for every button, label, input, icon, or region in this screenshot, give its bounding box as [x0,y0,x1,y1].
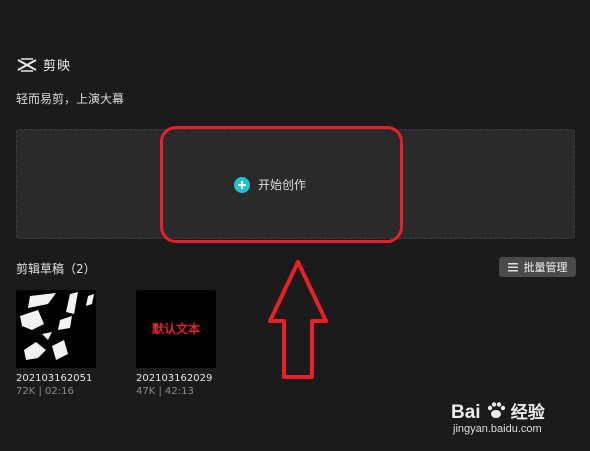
watermark-site: jingyan.baidu.com [453,423,542,435]
baidu-jingyan-watermark: Bai 经验 jingyan.baidu.com [451,398,545,435]
draft-item[interactable]: 默认文本 202103162029 47K | 42:13 [136,290,216,397]
app-logo: 剪映 [17,55,71,74]
list-icon [507,263,518,272]
app-name: 剪映 [43,59,72,74]
red-highlight-annotation [160,126,403,243]
drafts-section-title: 剪辑草稿（2） [16,262,96,276]
thumbnail-image [16,290,96,368]
batch-manage-button[interactable]: 批量管理 [499,257,576,277]
draft-thumbnail[interactable]: 默认文本 [136,290,216,368]
up-arrow-annotation [268,260,328,379]
batch-manage-label: 批量管理 [523,261,568,274]
watermark-brand: Bai [451,402,481,423]
draft-name: 202103162051 [16,373,93,384]
draft-name: 202103162029 [136,373,213,384]
app-tagline: 轻而易剪，上演大幕 [16,92,125,106]
draft-meta: 47K | 42:13 [136,386,194,397]
thumbnail-text: 默认文本 [151,322,200,336]
draft-meta: 72K | 02:16 [16,386,74,397]
paw-icon [487,402,505,418]
watermark-brand-cn: 经验 [510,403,545,422]
draft-thumbnail[interactable] [16,290,96,368]
draft-item[interactable]: 202103162051 72K | 02:16 [16,290,96,397]
capcut-logo-icon [17,57,37,72]
